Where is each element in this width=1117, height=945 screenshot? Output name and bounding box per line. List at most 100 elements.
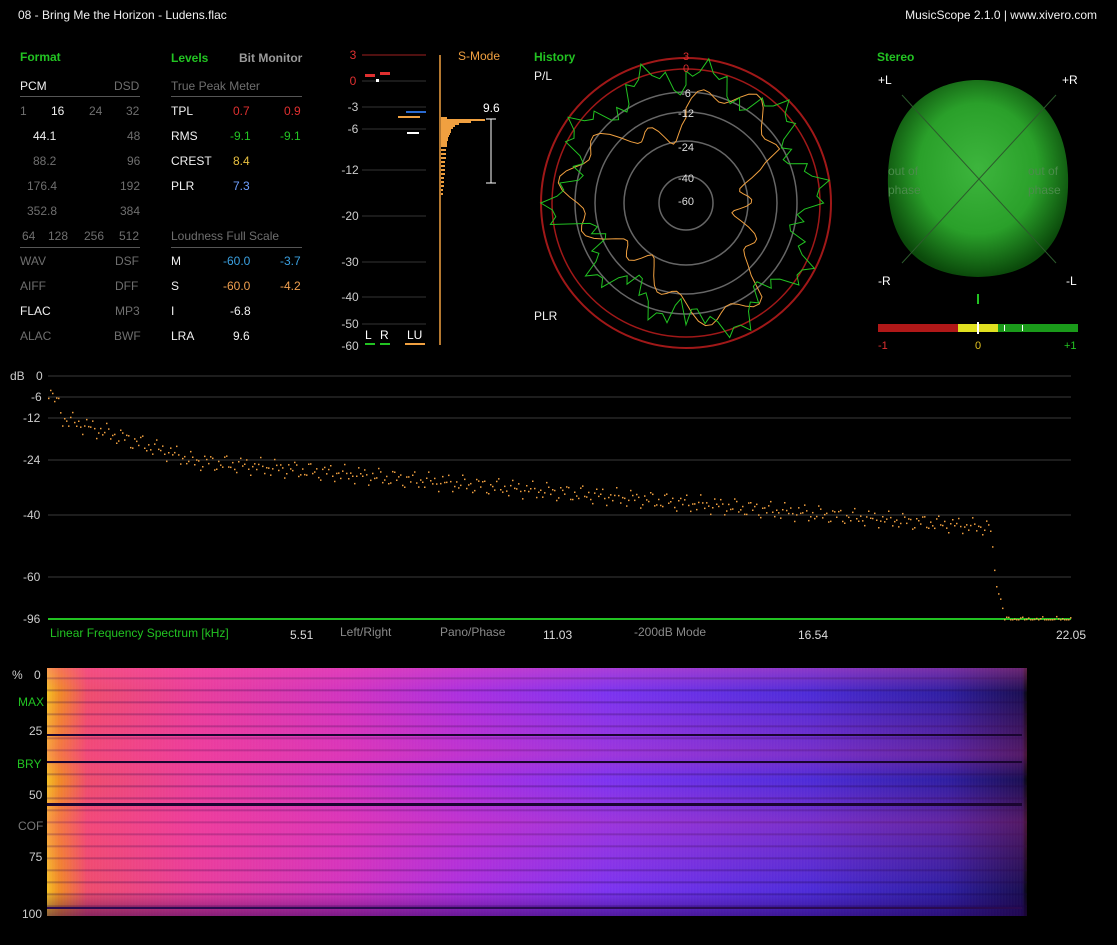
- spectrum-point: [48, 397, 50, 400]
- spectrum-point: [268, 467, 270, 469]
- spectrum-point: [674, 506, 676, 509]
- spectrum-point: [434, 477, 436, 480]
- spectrum-point: [1066, 619, 1068, 621]
- db-tick-m6: -6: [31, 390, 42, 404]
- spectrum-point: [686, 494, 688, 496]
- spectrum-point: [340, 477, 342, 480]
- spectrogram-max[interactable]: MAX: [18, 695, 44, 709]
- loudness-title: Loudness Full Scale: [171, 229, 280, 243]
- spectrum-point: [676, 510, 678, 512]
- spectrum-point: [728, 503, 730, 506]
- spectrum-point: [70, 416, 72, 419]
- s-mode-label[interactable]: S-Mode: [458, 49, 500, 63]
- freq-tick-16: 16.54: [798, 628, 828, 642]
- meter-scale-0: 0: [350, 74, 357, 88]
- spectrum-point: [442, 475, 444, 478]
- spectrum-point: [928, 527, 930, 529]
- bit-monitor-title[interactable]: Bit Monitor: [239, 51, 302, 65]
- spectrum-point: [606, 504, 608, 507]
- rate-dsd: 384: [120, 204, 141, 218]
- spectrum-point: [114, 433, 116, 436]
- spectrum-point: [774, 515, 776, 518]
- spectrum-point: [72, 411, 74, 414]
- spectrum-point: [264, 472, 266, 475]
- histogram-bin: [441, 149, 446, 151]
- spectrum-point: [974, 523, 976, 525]
- left-right-toggle[interactable]: Left/Right: [340, 625, 392, 639]
- lu-mark-white: [407, 132, 419, 134]
- pano-phase-toggle[interactable]: Pano/Phase: [440, 625, 506, 639]
- spectrum-point: [536, 496, 538, 499]
- s-label: S: [171, 279, 180, 293]
- spectrum-point: [896, 519, 898, 521]
- spectrogram-bry[interactable]: BRY: [17, 757, 41, 771]
- rms-label: RMS: [171, 129, 198, 143]
- spectrum-point: [330, 465, 332, 467]
- dsd-label: DSD: [114, 79, 140, 93]
- spectrum-point: [324, 466, 326, 469]
- s-right: -4.2: [280, 279, 301, 293]
- spectrum-point: [802, 512, 804, 514]
- spectrum-point: [560, 487, 562, 489]
- spectrum-point: [900, 522, 902, 525]
- db-mode-toggle[interactable]: -200dB Mode: [634, 625, 706, 639]
- spectrum-point: [166, 460, 168, 463]
- spectrum-point: [578, 497, 580, 500]
- spectrum-point: [164, 453, 166, 455]
- spectrum-point: [522, 498, 524, 500]
- spectrum-point: [796, 514, 798, 516]
- container-bwf: BWF: [114, 329, 141, 343]
- spectrum-point: [420, 479, 422, 481]
- bit-32: 32: [126, 104, 140, 118]
- histogram-bin: [441, 143, 447, 145]
- levels-title: Levels: [171, 51, 209, 65]
- spectrum-point: [980, 526, 982, 528]
- spectrum-point: [354, 482, 356, 485]
- spectrum-point: [922, 516, 924, 518]
- spectrum-point: [1068, 619, 1070, 621]
- histogram-bin: [441, 173, 445, 175]
- spectrum-point: [822, 517, 824, 519]
- spectrum-point: [266, 467, 268, 469]
- ch-lu: LU: [407, 328, 422, 342]
- spectrum-point: [600, 493, 602, 495]
- spectrum-point: [1048, 619, 1050, 621]
- spectrum-point: [860, 515, 862, 517]
- spectrum-point: [62, 425, 64, 427]
- spectrum-point: [564, 493, 566, 495]
- spectrum-point: [188, 460, 190, 463]
- spectrum-point: [346, 472, 348, 475]
- spectrum-point: [904, 516, 906, 518]
- spectrum-point: [382, 481, 384, 484]
- spectrum-point: [234, 468, 236, 471]
- spectrum-point: [546, 481, 548, 484]
- spectrum-point: [708, 505, 710, 507]
- lra-value: 9.6: [233, 329, 250, 343]
- spectrum-point: [506, 490, 508, 492]
- spectrum-point: [170, 447, 172, 449]
- spectrum-point: [684, 499, 686, 501]
- spectrum-point: [846, 514, 848, 517]
- lra-bracket: [486, 118, 496, 184]
- spectrum-point: [250, 474, 252, 476]
- spectrum-point: [1002, 607, 1004, 610]
- spectrum-point: [182, 457, 184, 460]
- spectrum-point: [640, 507, 642, 509]
- spectrum-point: [328, 468, 330, 471]
- spectrum-point: [690, 510, 692, 513]
- spectrum-point: [144, 447, 146, 449]
- spectrogram-cof[interactable]: COF: [18, 819, 43, 833]
- spectrum-point: [406, 476, 408, 478]
- spectrum-point: [1020, 617, 1022, 619]
- spectrum-point: [520, 490, 522, 493]
- container-flac: FLAC: [20, 304, 51, 318]
- spectrum-point: [622, 496, 624, 499]
- spectrum-point: [484, 480, 486, 482]
- spectrum-point: [334, 480, 336, 483]
- spectrum-point: [352, 475, 354, 477]
- spectrum-point: [104, 431, 106, 434]
- spectrum-point: [694, 503, 696, 505]
- corr-mid: 0: [975, 340, 981, 352]
- spectrum-point: [126, 434, 128, 437]
- spectrum-point: [652, 493, 654, 496]
